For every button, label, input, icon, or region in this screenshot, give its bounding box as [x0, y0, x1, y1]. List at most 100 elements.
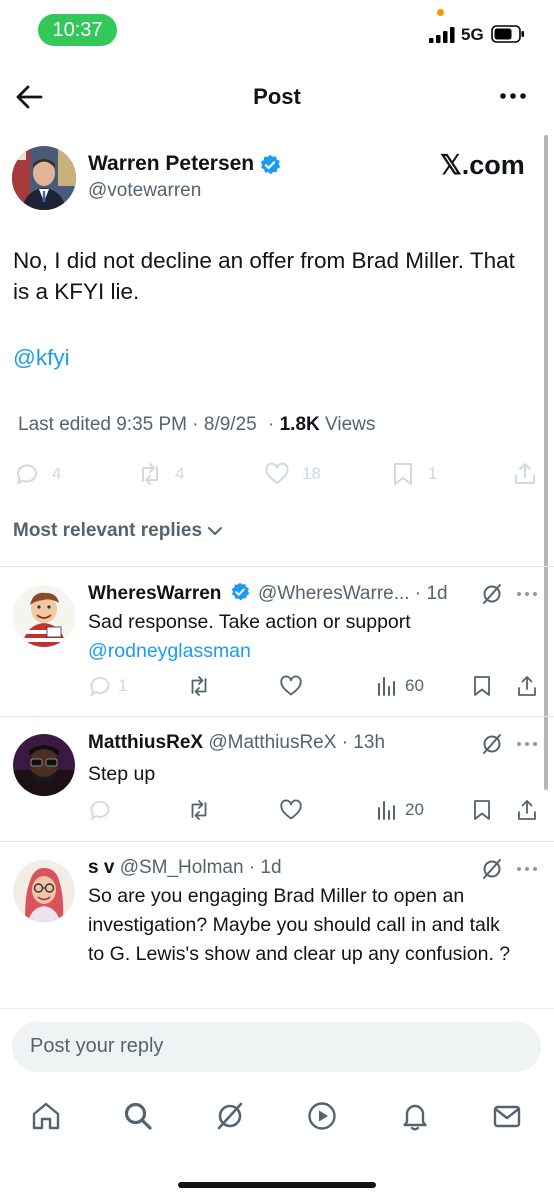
battery-icon: [491, 25, 524, 43]
reply-action-bar: 20: [0, 797, 554, 825]
like-count: 18: [302, 464, 321, 483]
reply-author-handle[interactable]: @SM_Holman: [120, 857, 244, 878]
verified-badge-icon: [260, 154, 281, 175]
reply-item[interactable]: WheresWarren @WheresWarre... · 1d Sad re…: [0, 567, 554, 715]
composer-placeholder: Post your reply: [30, 1035, 164, 1057]
reply-author-name[interactable]: MatthiusReX: [88, 732, 203, 753]
analytics-icon: [378, 801, 395, 820]
reply-text: So are you engaging Brad Miller to open …: [88, 885, 511, 965]
views-label: Views: [325, 414, 376, 435]
chevron-down-icon: [208, 527, 223, 535]
verified-badge-icon: [231, 582, 249, 601]
notifications-icon[interactable]: [399, 1100, 431, 1132]
reply-header: s v @SM_Holman · 1d: [88, 857, 282, 879]
post-text: No, I did not decline an offer from Brad…: [13, 248, 515, 304]
author-avatar[interactable]: [12, 146, 76, 210]
share-action[interactable]: [515, 673, 539, 699]
more-options-icon[interactable]: [515, 589, 539, 599]
divider: [0, 1008, 554, 1009]
edited-timestamp[interactable]: Last edited 9:35 PM · 8/9/25: [18, 414, 257, 435]
grok-icon[interactable]: [480, 582, 504, 606]
repost-icon: [191, 800, 207, 820]
reply-author-name[interactable]: s v: [88, 857, 114, 878]
views-count[interactable]: 1.8K: [280, 414, 320, 435]
video-icon[interactable]: [306, 1100, 338, 1132]
bookmark-icon: [474, 676, 490, 696]
replies-sort-label: Most relevant replies: [13, 520, 203, 541]
views-action[interactable]: 20: [375, 797, 424, 823]
reply-author-name[interactable]: WheresWarren: [88, 583, 221, 604]
grok-icon[interactable]: [214, 1100, 246, 1132]
author-name[interactable]: Warren Petersen: [88, 152, 254, 176]
repost-action[interactable]: 4: [137, 458, 184, 490]
reply-icon: [90, 801, 110, 821]
reply-action[interactable]: 4: [14, 458, 61, 490]
bookmark-icon: [474, 800, 490, 820]
reply-author-handle[interactable]: @WheresWarre...: [258, 583, 410, 604]
bookmark-icon: [394, 463, 412, 485]
bookmark-action[interactable]: [470, 673, 494, 699]
like-action[interactable]: [279, 797, 303, 823]
reply-count: 4: [52, 464, 62, 483]
home-icon[interactable]: [30, 1100, 62, 1132]
more-options-icon[interactable]: [515, 739, 539, 749]
messages-icon[interactable]: [491, 1100, 523, 1132]
reply-action[interactable]: 1: [88, 673, 127, 699]
share-action[interactable]: [515, 797, 539, 823]
bookmark-count: 1: [428, 464, 438, 483]
author-handle[interactable]: @votewarren: [88, 180, 201, 202]
privacy-indicator: [437, 9, 444, 16]
share-action[interactable]: [512, 458, 550, 490]
share-icon: [518, 676, 536, 696]
reply-action[interactable]: [88, 797, 112, 823]
repost-action[interactable]: [187, 797, 211, 823]
grok-icon[interactable]: [480, 732, 504, 756]
reply-author-handle[interactable]: @MatthiusReX: [208, 732, 336, 753]
like-action[interactable]: 18: [264, 458, 321, 490]
repost-icon: [191, 676, 207, 696]
repost-action[interactable]: [187, 673, 211, 699]
like-action[interactable]: [279, 673, 303, 699]
post-metadata: Last edited 9:35 PM · 8/9/25 · 1.8K View…: [18, 414, 375, 436]
views-count: 60: [405, 676, 424, 695]
reply-mention-link[interactable]: @rodneyglassman: [88, 640, 251, 662]
reply-count: 1: [118, 676, 128, 695]
grok-icon[interactable]: [480, 857, 504, 881]
reply-avatar[interactable]: [13, 860, 75, 922]
replies-sort-dropdown[interactable]: Most relevant replies: [13, 520, 224, 542]
heart-icon: [265, 462, 289, 484]
reply-text: Sad response. Take action or support @ro…: [88, 608, 528, 666]
share-icon: [515, 463, 535, 484]
share-icon: [518, 800, 536, 820]
views-count: 20: [405, 800, 424, 819]
source-watermark: 𝕏.com: [440, 150, 525, 180]
reply-timestamp: · 13h: [341, 732, 386, 753]
analytics-icon: [378, 677, 395, 696]
bookmark-action[interactable]: 1: [390, 458, 437, 490]
reply-text-body: Sad response. Take action or support: [88, 611, 411, 633]
repost-count: 4: [175, 464, 185, 483]
search-icon[interactable]: [122, 1100, 154, 1132]
views-action[interactable]: 60: [375, 673, 424, 699]
reply-avatar[interactable]: [13, 585, 75, 647]
heart-icon: [280, 799, 302, 820]
reply-item[interactable]: s v @SM_Holman · 1d So are you engaging …: [0, 842, 554, 1008]
reply-timestamp: · 1d: [414, 583, 448, 604]
more-options-icon[interactable]: [498, 86, 528, 106]
reply-header: WheresWarren @WheresWarre... · 1d: [88, 582, 448, 605]
reply-item[interactable]: MatthiusReX @MatthiusReX · 13h Step up 2…: [0, 717, 554, 841]
reply-composer-input[interactable]: Post your reply: [12, 1022, 541, 1072]
reply-icon: [90, 677, 110, 697]
status-bar: 10:37 5G: [0, 0, 554, 62]
home-indicator: [178, 1182, 376, 1188]
meta-separator: ·: [268, 414, 275, 435]
signal-icon: [429, 27, 455, 43]
reply-avatar[interactable]: [13, 734, 75, 796]
more-options-icon[interactable]: [515, 864, 539, 874]
status-time: 10:37: [38, 14, 117, 46]
post-header: Post: [0, 70, 554, 126]
reply-action-bar: 1 60: [0, 673, 554, 701]
bookmark-action[interactable]: [470, 797, 494, 823]
repost-icon: [142, 463, 158, 485]
post-mention-link[interactable]: @kfyi: [13, 345, 70, 371]
